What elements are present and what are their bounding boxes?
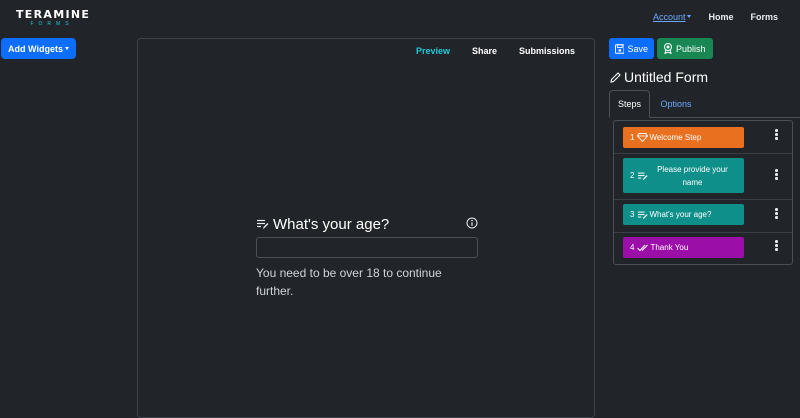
- step-item: 4 Thank You: [614, 233, 792, 264]
- step-2-pill[interactable]: 2 Please provide your name: [623, 158, 744, 193]
- sidebar-tabs: Steps Options: [609, 90, 800, 118]
- text-edit-icon: [638, 211, 648, 219]
- form-title[interactable]: Untitled Form: [610, 69, 708, 85]
- step-number: 2: [630, 171, 635, 180]
- form-canvas: Preview Share Submissions What's your ag…: [137, 38, 595, 418]
- save-label: Save: [627, 43, 648, 54]
- step-1-pill[interactable]: 1 Welcome Step: [623, 127, 744, 148]
- top-nav: Account Home Forms: [636, 12, 778, 22]
- diamond-icon: [637, 133, 649, 142]
- publish-label: Publish: [676, 43, 706, 54]
- publish-button[interactable]: Publish: [657, 38, 713, 59]
- tab-share[interactable]: Share: [472, 46, 497, 56]
- age-input[interactable]: [256, 237, 478, 258]
- account-menu[interactable]: Account: [653, 12, 692, 22]
- kebab-menu-icon[interactable]: [775, 208, 778, 220]
- floppy-disk-icon: [615, 43, 625, 54]
- steps-list: 1 Welcome Step 2 Please provide your nam…: [613, 120, 793, 265]
- brand-subtitle: FORMS: [30, 21, 74, 27]
- add-widgets-label: Add Widgets: [8, 43, 63, 54]
- brand-name: TERAMINE: [16, 8, 91, 21]
- tab-steps[interactable]: Steps: [609, 90, 650, 118]
- canvas-tabs: Preview Share Submissions: [394, 46, 575, 56]
- caret-down-icon: [687, 15, 692, 18]
- kebab-menu-icon[interactable]: [775, 129, 778, 141]
- question-title: What's your age?: [273, 215, 390, 233]
- info-icon[interactable]: [466, 217, 478, 229]
- question-help-text: You need to be over 18 to continue furth…: [256, 266, 442, 298]
- step-3-pill[interactable]: 3 What's your age?: [623, 204, 744, 225]
- step-label: Welcome Step: [649, 133, 702, 142]
- step-label: Please provide your name: [657, 164, 728, 187]
- kebab-menu-icon[interactable]: [775, 169, 778, 181]
- double-check-icon: [637, 244, 649, 251]
- step-item: 3 What's your age?: [614, 200, 792, 233]
- text-edit-icon: [257, 219, 269, 229]
- nav-forms-link[interactable]: Forms: [750, 12, 778, 22]
- award-icon: [664, 43, 672, 54]
- account-label: Account: [652, 12, 686, 22]
- step-number: 4: [630, 243, 635, 252]
- step-item: 2 Please provide your name: [614, 154, 792, 200]
- tab-submissions[interactable]: Submissions: [519, 46, 575, 56]
- step-number: 1: [630, 133, 635, 142]
- tab-options[interactable]: Options: [651, 90, 701, 117]
- form-title-text: Untitled Form: [624, 69, 709, 85]
- step-number: 3: [630, 210, 635, 219]
- add-widgets-button[interactable]: Add Widgets: [1, 38, 76, 59]
- tab-preview[interactable]: Preview: [416, 46, 450, 56]
- step-4-pill[interactable]: 4 Thank You: [623, 237, 744, 258]
- caret-down-icon: [64, 47, 69, 50]
- step-label: What's your age?: [649, 210, 712, 219]
- step-item: 1 Welcome Step: [614, 121, 792, 154]
- kebab-menu-icon[interactable]: [775, 240, 778, 252]
- save-button[interactable]: Save: [609, 38, 654, 59]
- question-block: What's your age? You need to be over 18 …: [256, 214, 478, 300]
- pencil-icon: [610, 71, 621, 83]
- nav-home-link[interactable]: Home: [708, 12, 733, 22]
- text-edit-icon: [638, 172, 648, 180]
- step-label: Thank You: [650, 243, 689, 252]
- brand-logo[interactable]: TERAMINE FORMS: [16, 8, 91, 28]
